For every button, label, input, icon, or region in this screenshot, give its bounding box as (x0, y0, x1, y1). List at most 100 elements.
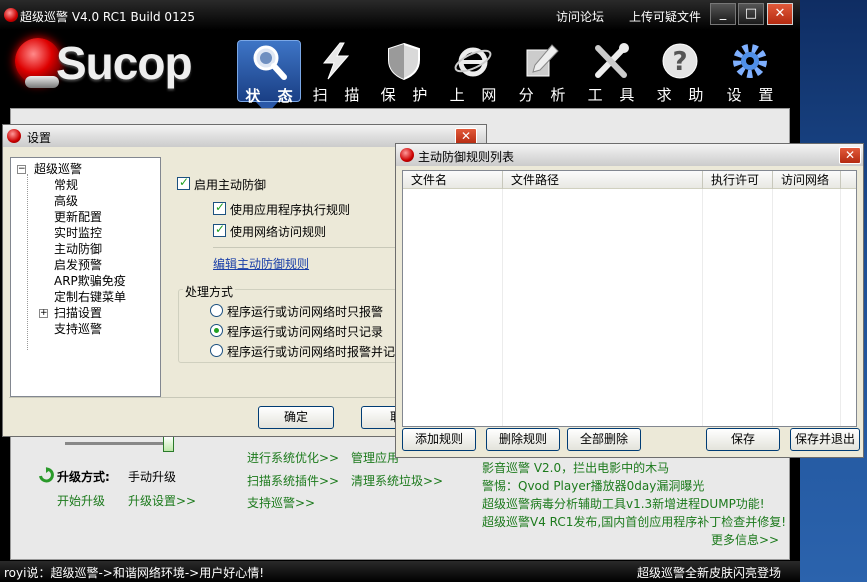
settings-dialog-icon (7, 129, 21, 143)
refresh-icon (39, 467, 54, 483)
nav-tools[interactable]: 工 具 (579, 40, 643, 104)
rules-title: 主动防御规则列表 (418, 150, 515, 164)
handling-mode-title: 处理方式 (183, 283, 236, 300)
news-item[interactable]: 超级巡警V4 RC1发布,国内首创应用程序补丁检查并修复! (482, 513, 786, 530)
tools-icon (595, 43, 629, 78)
tree-item-context-menu[interactable]: 定制右键菜单 (54, 288, 126, 305)
tree-guide-line (27, 174, 28, 350)
column-divider (702, 189, 703, 426)
rules-dialog-icon (400, 148, 414, 162)
column-divider (772, 189, 773, 426)
nav-label: 上 网 (449, 86, 503, 104)
save-button[interactable]: 保存 (706, 428, 780, 451)
tree-root[interactable]: 超级巡警 (34, 160, 82, 177)
title-bar[interactable]: 超级巡警 V4.0 RC1 Build 0125 访问论坛 上传可疑文件 _ □… (0, 0, 800, 30)
col-file-name[interactable]: 文件名 (403, 171, 503, 189)
rules-list-header: 文件名 文件路径 执行许可 访问网络 (403, 171, 856, 189)
optimize-system-link[interactable]: 进行系统优化>> (247, 449, 339, 466)
edit-rules-link[interactable]: 编辑主动防御规则 (213, 255, 309, 272)
tree-item-arp[interactable]: ARP欺骗免疫 (54, 272, 126, 289)
nav-label: 扫 描 (312, 86, 366, 104)
brand-name: Sucop (56, 37, 193, 89)
nav-help[interactable]: ? 求 助 (648, 40, 712, 104)
footer-separator (9, 397, 399, 398)
scan-plugins-link[interactable]: 扫描系统插件>> (247, 472, 339, 489)
delete-rule-button[interactable]: 删除规则 (486, 428, 560, 451)
col-exec-permission[interactable]: 执行许可 (703, 171, 773, 189)
nav-analyze[interactable]: 分 析 (510, 40, 574, 104)
close-button[interactable]: ✕ (767, 3, 793, 25)
radio-alert-only[interactable] (210, 304, 223, 317)
status-skin-notice: 超级巡警全新皮肤闪亮登场 (637, 566, 782, 580)
clean-junk-link[interactable]: 清理系统垃圾>> (351, 472, 443, 489)
upload-suspicious-file-link[interactable]: 上传可疑文件 (629, 8, 701, 25)
nav-status[interactable]: 状 态 (237, 40, 301, 105)
shield-icon (388, 42, 420, 80)
news-item[interactable]: 警惕：Qvod Player播放器0day漏洞曝光 (482, 477, 704, 494)
active-defense-rules-dialog: 主动防御规则列表 ✕ 文件名 文件路径 执行许可 访问网络 添加规则 删除规则 … (395, 143, 864, 458)
slider-track[interactable] (65, 442, 167, 445)
nav-label: 工 具 (587, 86, 641, 104)
manage-apps-link[interactable]: 管理应用 (351, 449, 399, 466)
tree-collapse-icon[interactable]: − (17, 165, 26, 174)
tree-item-scan-settings[interactable]: 扫描设置 (54, 304, 102, 321)
delete-all-button[interactable]: 全部删除 (567, 428, 641, 451)
status-bar: royi说：超级巡警->和谐网络环境->用户好心情! 超级巡警全新皮肤闪亮登场 (0, 561, 800, 582)
nav-label: 分 析 (518, 86, 572, 104)
nav-protect[interactable]: 保 护 (372, 40, 436, 104)
separator (213, 247, 400, 248)
rules-close-button[interactable]: ✕ (839, 147, 861, 164)
tree-item-general[interactable]: 常规 (54, 176, 78, 193)
col-file-path[interactable]: 文件路径 (503, 171, 703, 189)
enable-active-defense-checkbox[interactable] (177, 175, 190, 190)
nav-label: 设 置 (726, 86, 780, 104)
tree-expand-icon[interactable]: + (39, 309, 48, 318)
settings-title: 设置 (27, 131, 52, 145)
gear-icon (733, 44, 767, 78)
help-icon: ? (662, 43, 698, 79)
minimize-button[interactable]: _ (710, 3, 736, 25)
radio-record-only[interactable] (210, 324, 223, 337)
radio-alert-and-record-label: 程序运行或访问网络时报警并记录 (227, 345, 399, 359)
window-title: 超级巡警 V4.0 RC1 Build 0125 (20, 10, 195, 24)
tree-item-advanced[interactable]: 高级 (54, 192, 78, 209)
radio-record-only-label: 程序运行或访问网络时只记录 (227, 325, 384, 339)
ie-browser-icon (454, 47, 492, 77)
app-rules-checkbox[interactable] (213, 200, 226, 215)
net-rules-checkbox[interactable] (213, 222, 226, 237)
add-rule-button[interactable]: 添加规则 (402, 428, 476, 451)
more-info-link[interactable]: 更多信息>> (711, 531, 779, 548)
net-rules-label: 使用网络访问规则 (230, 225, 327, 239)
nav-settings[interactable]: 设 置 (718, 40, 782, 104)
app-icon (4, 8, 18, 22)
tree-item-realtime[interactable]: 实时监控 (54, 224, 102, 241)
maximize-button[interactable]: □ (738, 3, 764, 25)
news-item[interactable]: 影音巡警 V2.0，拦出电影中的木马 (482, 459, 669, 476)
col-network-access[interactable]: 访问网络 (773, 171, 841, 189)
slider-thumb[interactable] (163, 436, 174, 452)
nav-internet[interactable]: 上 网 (441, 40, 505, 104)
app-rules-label: 使用应用程序执行规则 (230, 203, 351, 217)
upgrade-settings-link[interactable]: 升级设置>> (128, 492, 196, 509)
radio-alert-and-record[interactable] (210, 344, 223, 357)
visit-forum-link[interactable]: 访问论坛 (556, 8, 604, 25)
rules-title-bar[interactable]: 主动防御规则列表 ✕ (396, 144, 863, 166)
column-divider (840, 189, 841, 426)
rules-list[interactable]: 文件名 文件路径 执行许可 访问网络 (402, 170, 857, 427)
enable-active-defense-label: 启用主动防御 (194, 178, 267, 192)
support-link[interactable]: 支持巡警>> (247, 494, 315, 511)
tree-item-support[interactable]: 支持巡警 (54, 320, 102, 337)
save-and-exit-button[interactable]: 保存并退出 (790, 428, 860, 451)
status-message: royi说：超级巡警->和谐网络环境->用户好心情! (4, 566, 265, 580)
radio-alert-only-label: 程序运行或访问网络时只报警 (227, 305, 384, 319)
tree-item-update[interactable]: 更新配置 (54, 208, 102, 225)
tree-item-heuristic[interactable]: 启发预警 (54, 256, 102, 273)
nav-scan[interactable]: 扫 描 (304, 40, 368, 104)
upgrade-mode-label: 升级方式: (57, 470, 110, 484)
news-item[interactable]: 超级巡警病毒分析辅助工具v1.3新增进程DUMP功能! (482, 495, 765, 512)
magnifier-icon (253, 45, 287, 80)
tree-item-active-defense[interactable]: 主动防御 (54, 240, 102, 257)
start-upgrade-link[interactable]: 开始升级 (57, 492, 105, 509)
ok-button[interactable]: 确定 (258, 406, 334, 429)
column-divider (502, 189, 503, 426)
